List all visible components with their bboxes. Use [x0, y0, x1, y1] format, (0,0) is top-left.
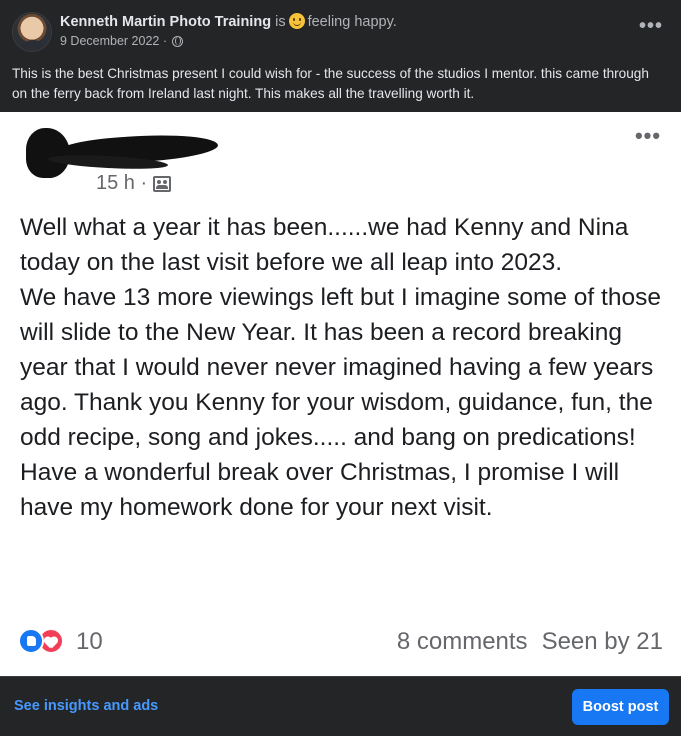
post-header: Kenneth Martin Photo Training is feeling … [0, 0, 681, 62]
globe-icon [172, 35, 184, 47]
post-meta: 9 December 2022 · [60, 34, 184, 48]
see-insights-link[interactable]: See insights and ads [14, 698, 158, 714]
shared-paragraph: Well what a year it has been......we had… [20, 214, 629, 276]
comments-count: 8 comments [396, 628, 528, 655]
shared-stats: 8 comments Seen by 21 [397, 628, 663, 656]
page-name-link[interactable]: Kenneth Martin Photo Training [60, 14, 271, 30]
reaction-count: 10 [76, 628, 103, 655]
shared-post-image[interactable]: 15 h · ••• Well what a year it has been.… [0, 112, 681, 676]
page-avatar[interactable] [12, 12, 52, 52]
shared-reactions-row: 10 8 comments Seen by 21 [18, 626, 663, 658]
shared-paragraph: We have 13 more viewings left but I imag… [20, 284, 661, 521]
is-word: is [275, 14, 286, 30]
post-footer: See insights and ads Boost post [0, 676, 681, 736]
seen-by-count: Seen by 21 [541, 628, 663, 655]
friends-audience-icon [153, 175, 172, 192]
happy-emoji-icon [288, 13, 305, 29]
more-options-icon[interactable]: ••• [633, 16, 669, 42]
feeling-text: feeling happy. [307, 14, 397, 30]
boost-post-button[interactable]: Boost post [572, 689, 669, 725]
shared-more-icon: ••• [634, 123, 662, 148]
post-caption: This is the best Christmas present I cou… [12, 66, 649, 101]
shared-post-time: 15 h · [96, 172, 148, 194]
like-reaction-icon [18, 628, 44, 654]
post-date[interactable]: 9 December 2022 · [60, 34, 167, 48]
post-author-line: Kenneth Martin Photo Training is feeling … [60, 13, 397, 31]
shared-post-meta: 15 h · [96, 172, 172, 195]
shared-post-body: Well what a year it has been......we had… [20, 210, 665, 525]
